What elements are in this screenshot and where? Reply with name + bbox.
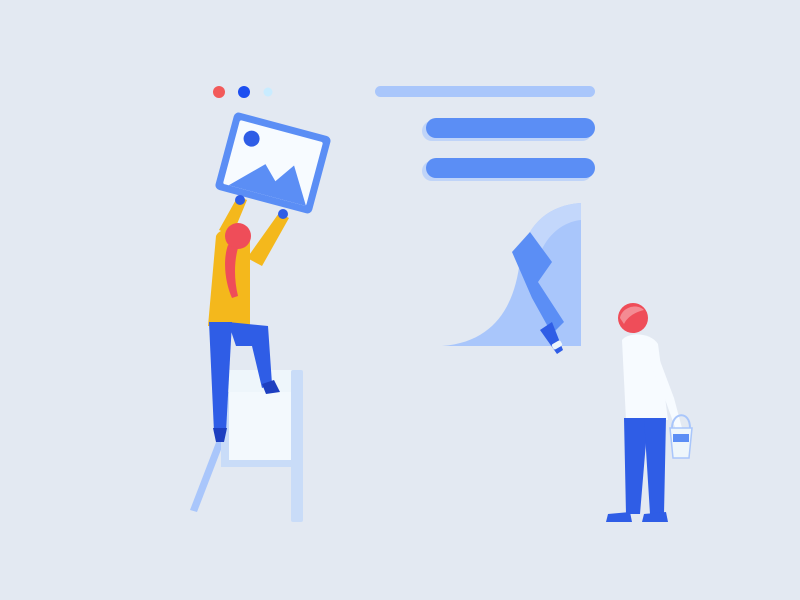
left-hand xyxy=(235,195,245,205)
painted-shape xyxy=(442,203,581,354)
right-shoe xyxy=(642,512,668,522)
right-hand xyxy=(278,209,288,219)
person-with-bucket xyxy=(606,303,693,522)
illustration-canvas xyxy=(190,86,693,522)
ladder xyxy=(190,370,303,522)
window-dots xyxy=(213,86,273,98)
text-line-1 xyxy=(426,118,595,138)
bucket-paint xyxy=(673,434,689,442)
text-line-2 xyxy=(426,158,595,178)
picture-frame xyxy=(215,112,331,214)
left-shoe xyxy=(606,512,632,522)
ladder-front-leg xyxy=(291,370,303,522)
left-leg xyxy=(624,418,648,514)
right-arm xyxy=(247,213,289,266)
header-line xyxy=(375,86,595,97)
blue-dot-icon xyxy=(238,86,250,98)
illustration-scene xyxy=(0,0,800,600)
text-placeholder-lines xyxy=(375,86,595,181)
bucket-icon xyxy=(669,427,693,459)
right-leg xyxy=(644,418,666,514)
light-dot-icon xyxy=(263,87,273,97)
red-dot-icon xyxy=(213,86,225,98)
ladder-rung xyxy=(226,460,303,467)
ladder-panel xyxy=(228,392,298,462)
head xyxy=(225,223,251,249)
